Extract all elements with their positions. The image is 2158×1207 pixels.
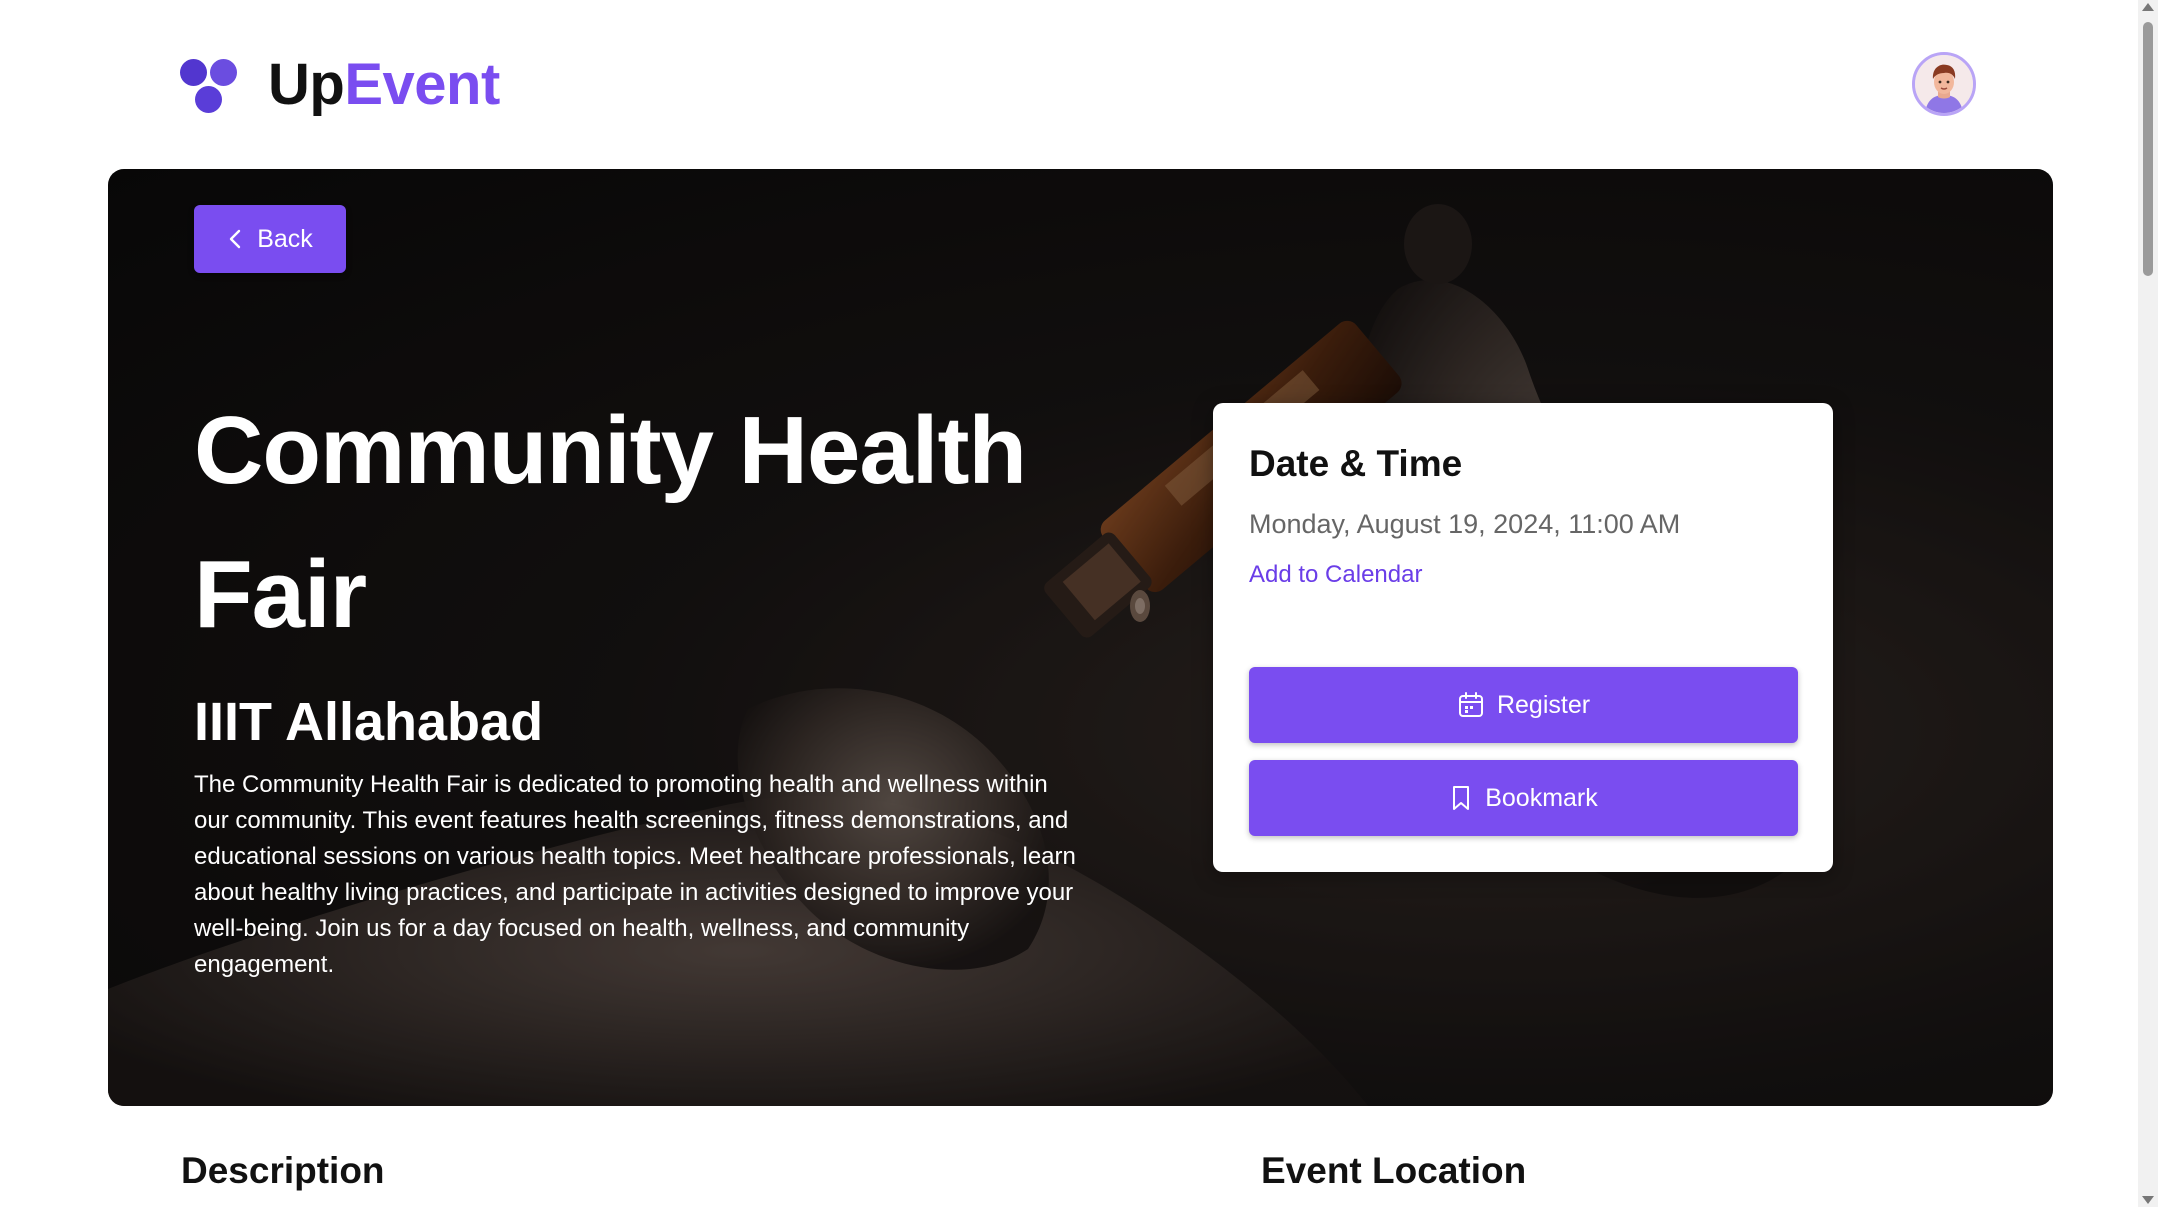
bookmark-icon [1453,786,1470,810]
page-scrollbar[interactable] [2138,0,2158,1207]
brand-logo[interactable]: UpEvent [178,54,500,116]
brand-name-primary: Up [268,52,345,117]
user-avatar-icon[interactable] [1912,52,1976,116]
scroll-up-icon[interactable] [2142,3,2154,11]
three-dots-logo-icon [178,54,242,116]
event-hero-banner: Back Community Health Fair IIIT Allahaba… [108,169,2053,1106]
date-time-card: Date & Time Monday, August 19, 2024, 11:… [1213,403,1833,872]
event-title: Community Health Fair [194,397,1027,648]
event-location-heading: Event Location [1261,1150,1527,1191]
date-time-title: Date & Time [1249,443,1463,484]
bookmark-button[interactable]: Bookmark [1249,760,1798,836]
bookmark-button-label: Bookmark [1485,783,1598,812]
brand-name: UpEvent [268,56,500,114]
brand-name-accent: Event [344,52,500,117]
add-to-calendar-link[interactable]: Add to Calendar [1249,561,1422,589]
back-button-label: Back [257,224,313,253]
event-details-page: UpEvent Back Community Health Fair IIIT … [0,0,2158,1207]
register-button[interactable]: Register [1249,667,1798,743]
description-heading: Description [181,1150,385,1191]
calendar-icon [1458,692,1483,717]
back-button[interactable]: Back [194,205,346,273]
register-button-label: Register [1496,690,1591,719]
scrollbar-thumb[interactable] [2143,22,2153,276]
scroll-down-icon[interactable] [2142,1196,2154,1204]
event-venue: IIIT Allahabad [194,692,544,752]
event-datetime: Monday, August 19, 2024, 11:00 AM [1249,509,1681,539]
event-summary: The Community Health Fair is dedicated t… [194,771,1076,978]
chevron-left-icon [230,229,241,249]
